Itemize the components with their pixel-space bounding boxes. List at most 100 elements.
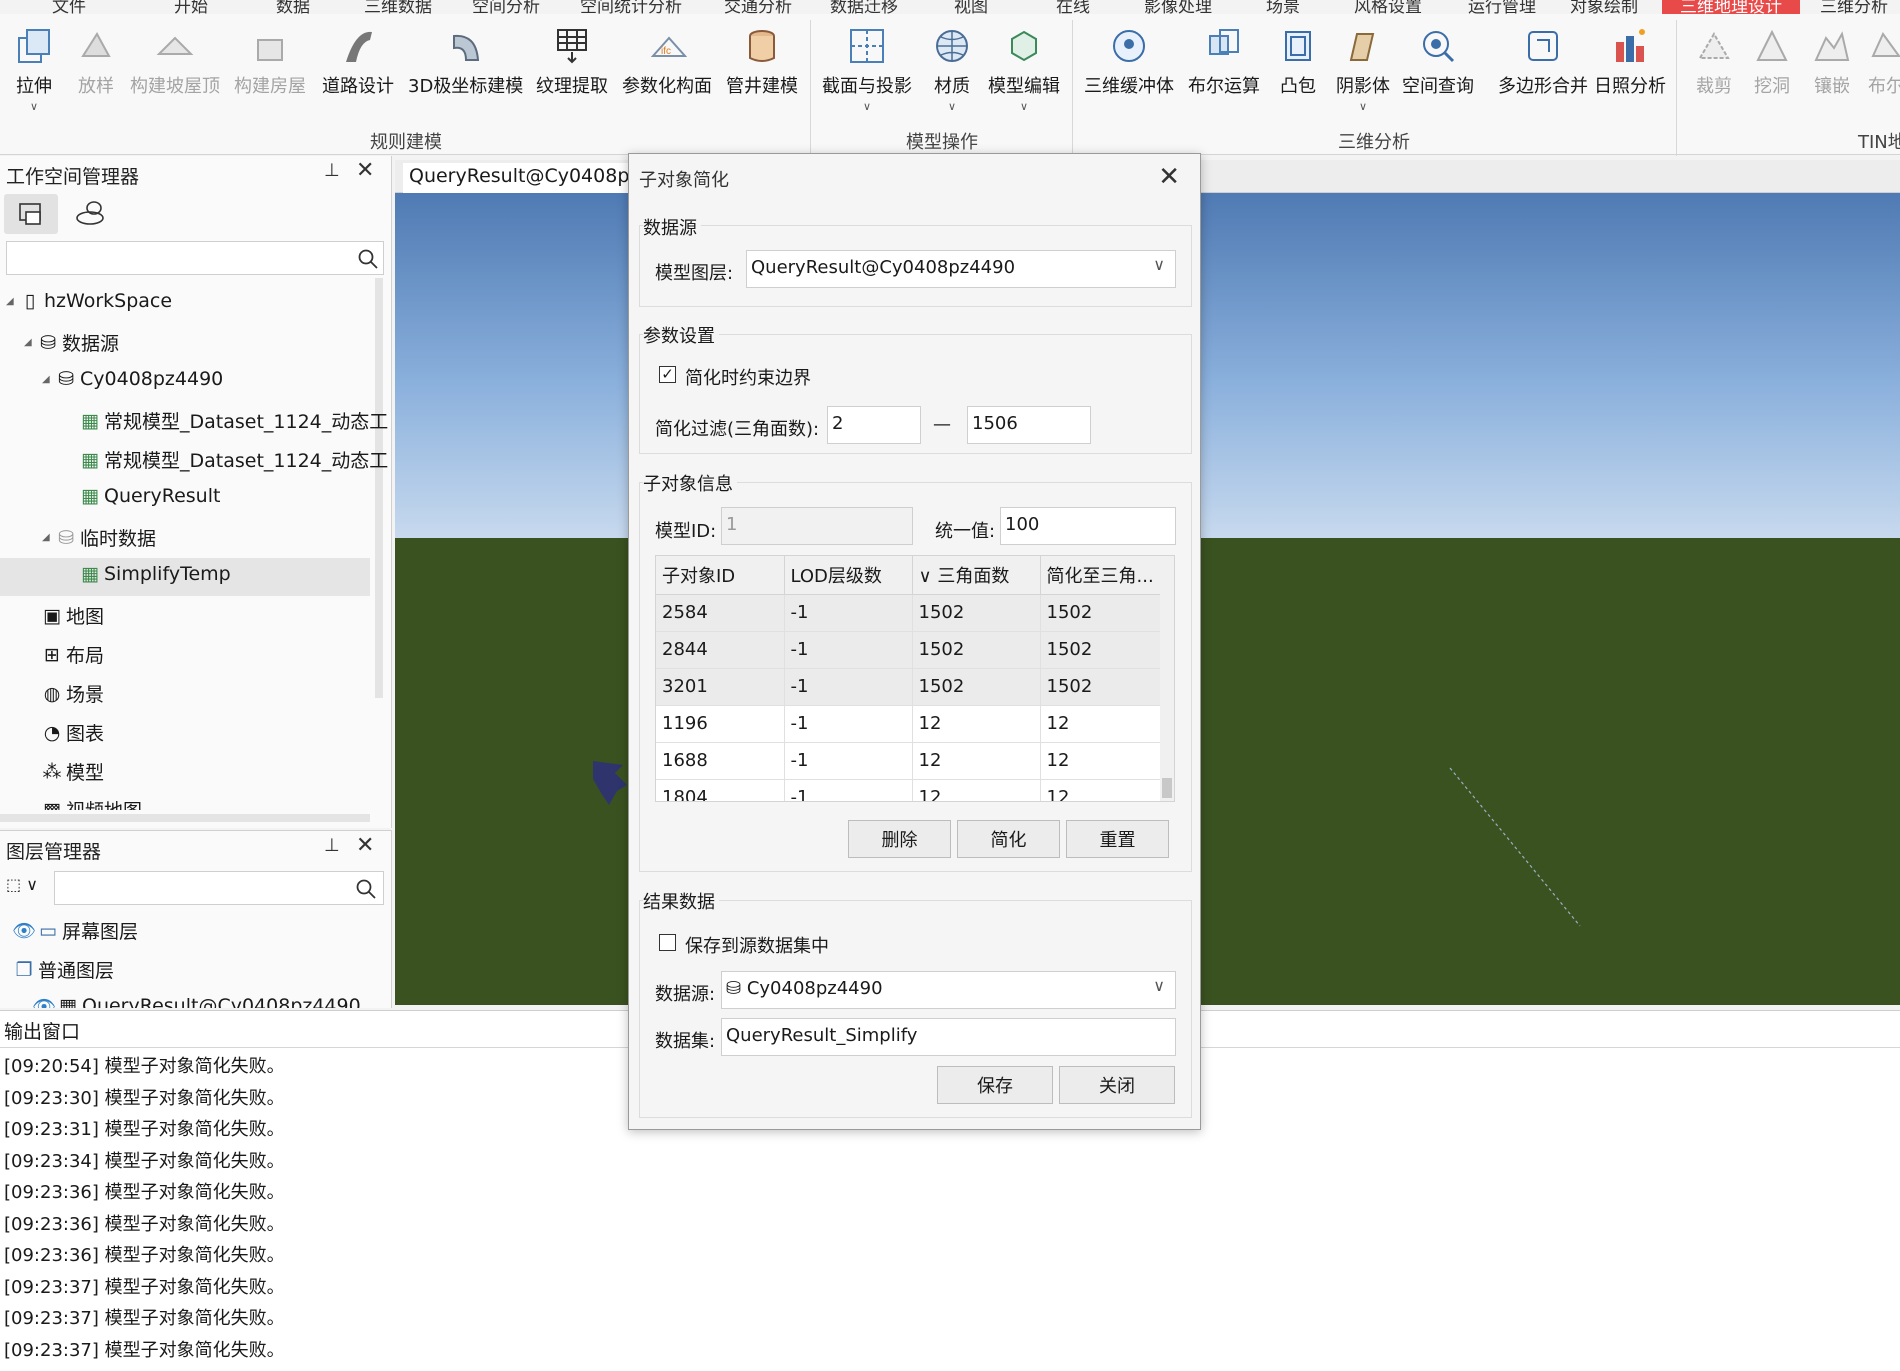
parametric-button[interactable]: ifc 参数化构面 (622, 24, 712, 98)
workspace-tab-button[interactable] (4, 194, 58, 234)
tree-dataset-queryresult[interactable]: ▦ QueryResult (80, 485, 220, 507)
column-header-subobject-id[interactable]: 子对象ID (656, 556, 785, 595)
close-icon[interactable]: ✕ (1158, 162, 1180, 192)
tree-dataset-simplifytemp[interactable]: ▦ SimplifyTemp (80, 563, 231, 585)
constrain-boundary-checkbox[interactable]: ✓ (659, 366, 676, 383)
layer-search-input[interactable] (54, 871, 384, 905)
menu-runtime[interactable]: 运行管理 (1468, 0, 1536, 14)
tree-charts[interactable]: ◔ 图表 (42, 719, 104, 746)
layer-queryresult[interactable]: 👁 ▦ QueryResult@Cy0408pz4490 (32, 995, 361, 1009)
tree-video-maps[interactable]: ▩视频地图 (42, 796, 142, 811)
menu-spatial-stats[interactable]: 空间统计分析 (580, 0, 682, 14)
close-button[interactable]: 关闭 (1059, 1066, 1175, 1104)
pin-icon[interactable]: ⊥ (324, 160, 340, 181)
layer-normal[interactable]: ❐ 普通图层 (14, 956, 114, 983)
menu-view[interactable]: 视图 (954, 0, 988, 14)
model-layer-select[interactable]: QueryResult@Cy0408pz4490 ∨ (746, 250, 1176, 288)
tree-dataset-model-1[interactable]: ▦ 常规模型_Dataset_1124_动态工 (80, 407, 394, 434)
table-scrollbar[interactable] (1160, 556, 1174, 801)
dig-hole-button[interactable]: 挖洞 (1752, 24, 1792, 98)
add-layer-dropdown[interactable]: ⬚ ∨ (6, 875, 38, 894)
menu-start[interactable]: 开始 (174, 0, 208, 14)
unify-value-input[interactable]: 100 (1000, 507, 1176, 545)
boolean-button[interactable]: 布尔运算 (1188, 24, 1260, 98)
menu-imagery[interactable]: 影像处理 (1144, 0, 1212, 14)
column-header-lod[interactable]: LOD层级数 (784, 556, 913, 595)
menu-scene[interactable]: 场景 (1266, 0, 1300, 14)
column-header-simplify-to[interactable]: 简化至三角... (1040, 556, 1163, 595)
menu-3d-geodesign[interactable]: 三维地理设计 (1662, 0, 1800, 14)
tree-layouts[interactable]: ⊞ 布局 (42, 641, 104, 668)
model-object[interactable] (593, 761, 627, 805)
menu-spatial-analysis[interactable]: 空间分析 (472, 0, 540, 14)
texture-extract-button[interactable]: 纹理提取 (536, 24, 608, 98)
roof-button[interactable]: 构建坡屋顶 (130, 24, 220, 98)
close-icon[interactable]: ✕ (356, 833, 374, 858)
tree-scenes[interactable]: ◍ 场景 (42, 680, 104, 707)
filter-max-input[interactable]: 1506 (967, 406, 1091, 444)
polygon-merge-button[interactable]: 多边形合并 (1498, 24, 1588, 98)
menu-data[interactable]: 数据 (276, 0, 310, 14)
extrude-button[interactable]: 拉伸 ∨ (14, 24, 54, 113)
table-row[interactable]: 1688 -1 12 12 (656, 742, 1163, 780)
close-icon[interactable]: ✕ (356, 158, 374, 183)
tree-temp-data[interactable]: ◢ ⛁ 临时数据 (42, 524, 156, 551)
sunlight-analysis-button[interactable]: 日照分析 (1594, 24, 1666, 98)
well-modeling-button[interactable]: 管井建模 (726, 24, 798, 98)
pin-icon[interactable]: ⊥ (324, 835, 340, 856)
filter-min-input[interactable]: 2 (827, 406, 921, 444)
save-button[interactable]: 保存 (937, 1066, 1053, 1104)
model-edit-button[interactable]: 模型编辑 ∨ (988, 24, 1060, 113)
menu-style[interactable]: 风格设置 (1354, 0, 1422, 14)
workspace-hscrollbar[interactable] (0, 814, 370, 822)
scroll-thumb[interactable] (1162, 778, 1172, 798)
section-projection-button[interactable]: 截面与投影 ∨ (822, 24, 912, 113)
dataset-name-input[interactable]: QueryResult_Simplify (721, 1018, 1176, 1056)
table-row[interactable]: 2844 -1 1502 1502 (656, 631, 1163, 669)
datasource-select[interactable]: ⛁ Cy0408pz4490 ∨ (721, 971, 1176, 1009)
3d-buffer-button[interactable]: 三维缓冲体 (1084, 24, 1174, 98)
constrain-boundary-label: 简化时约束边界 (685, 368, 811, 389)
workspace-scrollbar[interactable] (375, 278, 383, 698)
loft-button[interactable]: 放样 (76, 24, 116, 98)
material-button[interactable]: 材质 ∨ (932, 24, 972, 113)
tree-dataset-model-2[interactable]: ▦ 常规模型_Dataset_1124_动态工 (80, 446, 394, 473)
tree-maps[interactable]: ▣ 地图 (42, 602, 104, 629)
menu-3d-analysis[interactable]: 三维分析 (1820, 0, 1888, 14)
clip-button[interactable]: 裁剪 (1694, 24, 1734, 98)
table-row[interactable]: 2584 -1 1502 1502 (656, 594, 1163, 632)
boolean-2-button[interactable]: 布尔 (1866, 24, 1900, 98)
table-row[interactable]: 1196 -1 12 12 (656, 705, 1163, 743)
resource-tab-button[interactable] (70, 194, 110, 234)
convex-hull-button[interactable]: 凸包 (1278, 24, 1318, 98)
ifc-icon: ifc (647, 24, 687, 68)
menu-file[interactable]: 文件 (52, 0, 86, 14)
tree-workspace[interactable]: ◢ ▯ hzWorkSpace (6, 290, 172, 312)
table-row[interactable]: 1804 -1 12 12 (656, 779, 1163, 801)
tree-datasources[interactable]: ◢ ⛁ 数据源 (24, 329, 119, 356)
reset-button[interactable]: 重置 (1066, 820, 1169, 858)
road-design-button[interactable]: 道路设计 (322, 24, 394, 98)
menu-traffic[interactable]: 交通分析 (724, 0, 792, 14)
save-to-source-checkbox[interactable] (659, 934, 676, 951)
visible-eye-icon[interactable]: 👁 (12, 920, 36, 942)
delete-button[interactable]: 删除 (848, 820, 951, 858)
output-line: [09:23:36] 模型子对象简化失败。 (4, 1245, 285, 1266)
house-button[interactable]: 构建房屋 (234, 24, 306, 98)
workspace-search-input[interactable] (6, 241, 384, 275)
tree-models[interactable]: ⁂ 模型 (42, 758, 105, 785)
spatial-query-button[interactable]: 空间查询 (1402, 24, 1474, 98)
layer-screen[interactable]: 👁 ▭ 屏幕图层 (12, 917, 138, 944)
polar-modeling-button[interactable]: 3D极坐标建模 (408, 24, 523, 98)
menu-online[interactable]: 在线 (1056, 0, 1090, 14)
tree-datasource-cy0408[interactable]: ◢ ⛁ Cy0408pz4490 (42, 368, 223, 390)
mosaic-button[interactable]: 镶嵌 (1812, 24, 1852, 98)
menu-draw[interactable]: 对象绘制 (1570, 0, 1638, 14)
menu-migration[interactable]: 数据迁移 (830, 0, 898, 14)
simplify-button[interactable]: 简化 (957, 820, 1060, 858)
shadow-volume-button[interactable]: 阴影体 ∨ (1336, 24, 1390, 113)
visible-eye-icon[interactable]: 👁 (32, 996, 56, 1009)
column-header-triangles[interactable]: ∨ 三角面数 (912, 556, 1041, 595)
table-row[interactable]: 3201 -1 1502 1502 (656, 668, 1163, 706)
menu-3d-data[interactable]: 三维数据 (364, 0, 432, 14)
